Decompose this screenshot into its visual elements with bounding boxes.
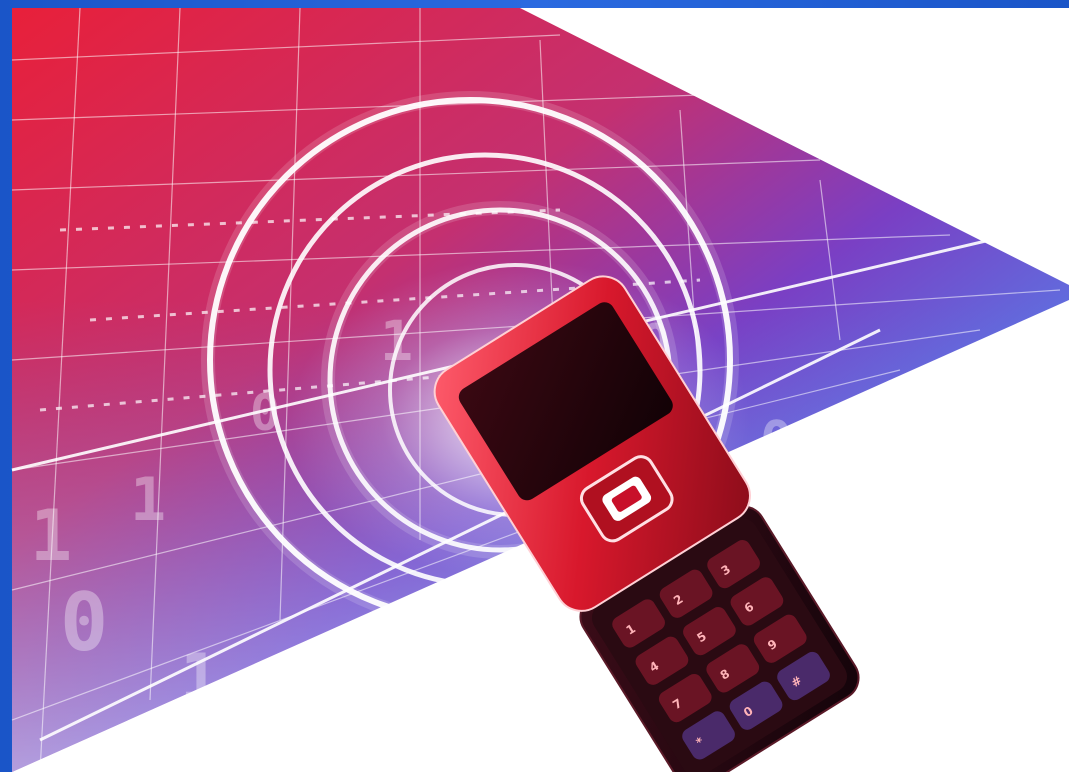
svg-text:1: 1: [30, 495, 72, 577]
phone-illustration: 1 0 1 1 0 1 0 0 1: [0, 0, 1069, 772]
svg-text:1: 1: [180, 641, 219, 716]
svg-text:0: 0: [760, 409, 793, 473]
svg-text:0: 0: [60, 576, 108, 669]
svg-text:1: 1: [130, 465, 166, 535]
